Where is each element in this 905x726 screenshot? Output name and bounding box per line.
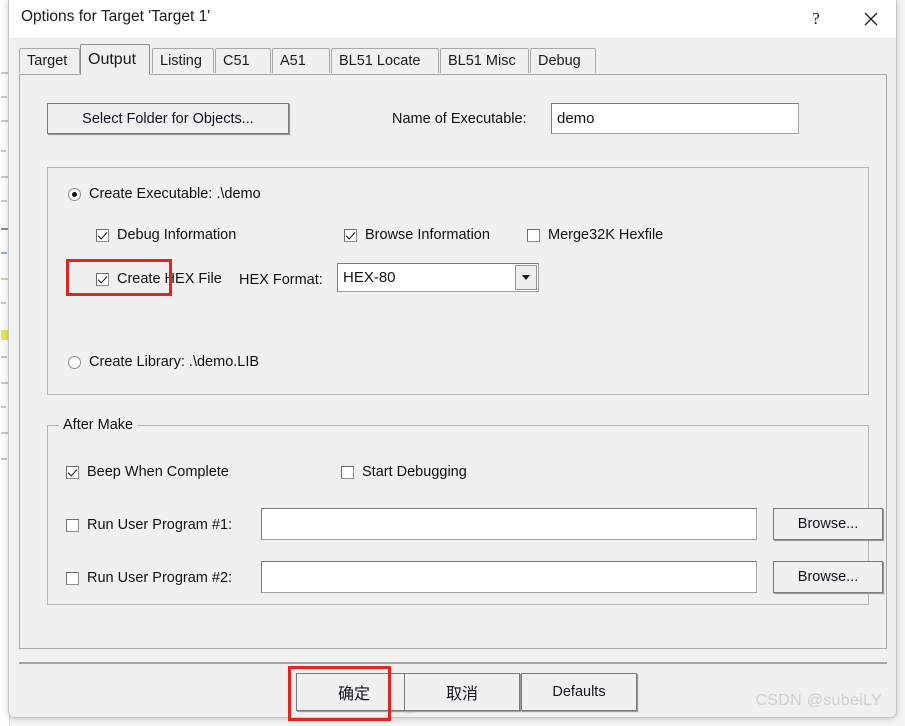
- chevron-down-icon[interactable]: [515, 265, 537, 290]
- ok-label: 确定: [337, 686, 370, 703]
- watermark: CSDN @subeiLY: [755, 692, 882, 709]
- close-icon: [864, 12, 878, 25]
- run-user-program-2-label: Run User Program #2:: [87, 570, 233, 586]
- browse-1-label: Browse...: [797, 516, 859, 532]
- tab-target[interactable]: Target: [19, 48, 80, 73]
- tab-debug[interactable]: Debug: [530, 48, 596, 73]
- browse-information-checkbox[interactable]: Browse Information: [344, 227, 490, 243]
- run-user-program-2-input[interactable]: [261, 561, 757, 593]
- debug-information-checkbox[interactable]: Debug Information: [96, 227, 236, 243]
- options-dialog: Options for Target 'Target 1' ? Target O…: [8, 0, 897, 718]
- tab-bl51-misc[interactable]: BL51 Misc: [440, 48, 529, 73]
- tab-bl51-locate[interactable]: BL51 Locate: [331, 48, 439, 73]
- name-of-executable-value: demo: [557, 110, 595, 127]
- name-of-executable-input[interactable]: demo: [551, 103, 799, 134]
- checkbox-indicator-checked: [96, 272, 109, 286]
- checkbox-indicator-checked: [96, 228, 109, 242]
- tab-a51[interactable]: A51: [272, 48, 330, 73]
- defaults-label: Defaults: [552, 684, 606, 700]
- checkbox-indicator-unchecked: [527, 228, 540, 242]
- name-of-executable-label: Name of Executable:: [392, 111, 527, 127]
- checkbox-indicator-unchecked: [66, 518, 79, 532]
- run-user-program-2-checkbox[interactable]: Run User Program #2:: [66, 570, 232, 586]
- tab-listing[interactable]: Listing: [152, 48, 214, 73]
- radio-indicator-off: [68, 355, 81, 369]
- checkbox-indicator-unchecked: [341, 465, 354, 479]
- cancel-button[interactable]: 取消: [404, 673, 520, 711]
- output-tab-page: Select Folder for Objects... Name of Exe…: [19, 74, 887, 649]
- create-library-radio[interactable]: Create Library: .\demo.LIB: [68, 354, 259, 370]
- start-debugging-checkbox[interactable]: Start Debugging: [341, 464, 467, 480]
- after-make-title: After Make: [59, 417, 138, 433]
- browse-1-button[interactable]: Browse...: [773, 508, 883, 540]
- select-folder-label: Select Folder for Objects...: [82, 110, 254, 127]
- footer-separator: [19, 662, 887, 664]
- create-executable-label: Create Executable: .\demo: [89, 186, 261, 202]
- merge32k-hexfile-label: Merge32K Hexfile: [548, 227, 664, 243]
- browse-2-label: Browse...: [797, 569, 859, 585]
- beep-when-complete-checkbox[interactable]: Beep When Complete: [66, 464, 229, 480]
- output-options-groupbox: Create Executable: .\demo Debug Informat…: [47, 167, 869, 395]
- radio-indicator-on: [68, 187, 81, 201]
- browse-2-button[interactable]: Browse...: [773, 561, 883, 593]
- beep-when-complete-label: Beep When Complete: [87, 464, 229, 480]
- defaults-button[interactable]: Defaults: [521, 673, 637, 711]
- run-user-program-1-label: Run User Program #1:: [87, 517, 233, 533]
- checkbox-indicator-checked: [66, 465, 79, 479]
- create-library-label: Create Library: .\demo.LIB: [89, 354, 260, 370]
- tab-c51[interactable]: C51: [215, 48, 271, 73]
- run-user-program-1-checkbox[interactable]: Run User Program #1:: [66, 517, 232, 533]
- dialog-title: Options for Target 'Target 1': [21, 8, 211, 25]
- dialog-titlebar[interactable]: Options for Target 'Target 1' ?: [9, 0, 896, 39]
- select-folder-for-objects-button[interactable]: Select Folder for Objects...: [47, 103, 289, 134]
- create-hex-file-checkbox[interactable]: Create HEX File: [96, 271, 222, 287]
- after-make-groupbox: After Make Beep When Complete Start Debu…: [47, 417, 883, 605]
- create-executable-radio[interactable]: Create Executable: .\demo: [68, 186, 261, 202]
- hex-format-label: HEX Format:: [239, 272, 323, 288]
- merge32k-hexfile-checkbox[interactable]: Merge32K Hexfile: [527, 227, 663, 243]
- checkbox-indicator-checked: [344, 228, 357, 242]
- close-button[interactable]: [848, 0, 894, 37]
- hex-format-value: HEX-80: [343, 269, 396, 286]
- create-hex-file-label: Create HEX File: [117, 271, 222, 287]
- run-user-program-1-input[interactable]: [261, 508, 757, 540]
- question-mark-icon: ?: [812, 8, 820, 28]
- cancel-label: 取消: [445, 686, 478, 703]
- browse-information-label: Browse Information: [365, 227, 490, 243]
- help-button[interactable]: ?: [793, 0, 839, 37]
- ok-button[interactable]: 确定: [296, 673, 412, 711]
- tab-strip: Target Output Listing C51 A51 BL51 Locat…: [19, 44, 887, 75]
- tab-output[interactable]: Output: [80, 44, 150, 75]
- debug-information-label: Debug Information: [117, 227, 237, 243]
- hex-format-dropdown[interactable]: HEX-80: [337, 263, 539, 292]
- start-debugging-label: Start Debugging: [362, 464, 467, 480]
- checkbox-indicator-unchecked: [66, 571, 79, 585]
